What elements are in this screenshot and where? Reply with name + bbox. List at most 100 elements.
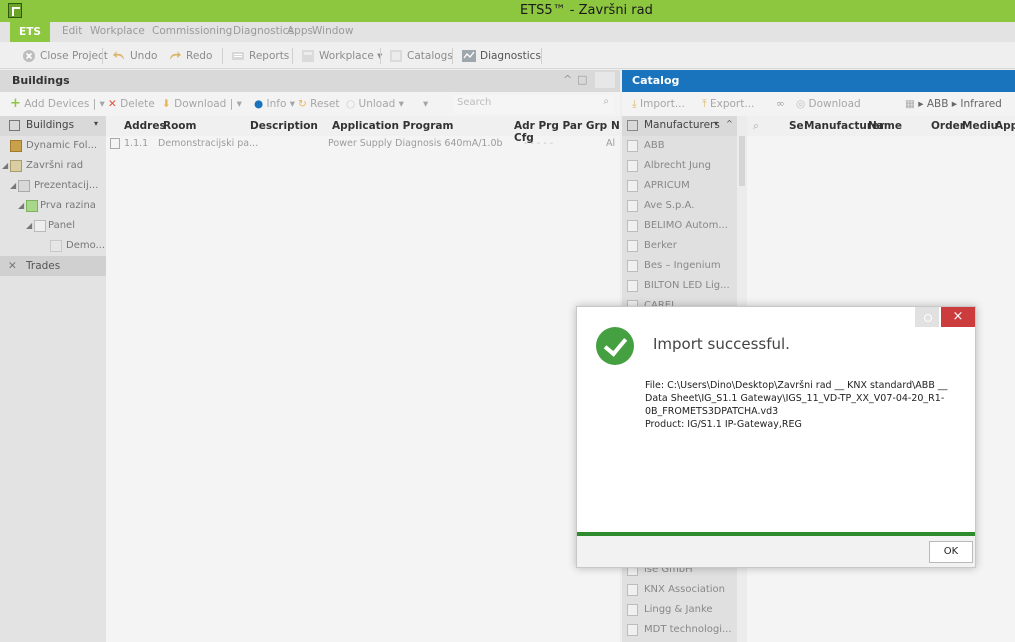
dialog-heading: Import successful.: [653, 335, 790, 353]
manufacturer-item[interactable]: ABB: [622, 136, 737, 156]
building-part-icon: [18, 180, 30, 192]
toolbar-separator: [452, 48, 453, 64]
catalog-grid-header: ⌕ Se Manufacturer Name Order Mediu Appl: [747, 116, 1015, 136]
menu-ets[interactable]: ETS: [10, 22, 50, 42]
manufacturer-icon: [627, 280, 638, 292]
delete-button[interactable]: ✕ Delete: [108, 97, 155, 111]
catalogs-button[interactable]: Catalogs: [389, 47, 453, 65]
panel-icon: [34, 220, 46, 232]
chevron-down-icon: ▾: [714, 119, 719, 128]
manufacturer-icon: [627, 140, 638, 152]
manufacturer-icon: [627, 240, 638, 252]
catalog-breadcrumb[interactable]: ▦ ▸ ABB ▸ Infrared: [905, 97, 1002, 111]
search-icon: ⌕: [603, 96, 609, 107]
buildings-tree-icon: [9, 120, 20, 131]
download-button[interactable]: ⬇ Download | ▾: [162, 97, 242, 111]
column-order[interactable]: Order: [931, 120, 965, 132]
column-description[interactable]: Description: [250, 120, 318, 132]
menu-commissioning[interactable]: Commissioning: [152, 25, 232, 37]
workplace-icon: [302, 50, 314, 62]
column-search-icon[interactable]: ⌕: [753, 120, 759, 133]
manufacturer-item[interactable]: Berker: [622, 236, 737, 256]
trades-section[interactable]: ✕ Trades: [0, 256, 106, 276]
import-button[interactable]: ⤓ Import...: [632, 97, 685, 111]
column-se[interactable]: Se: [789, 120, 804, 132]
reports-icon: [232, 52, 244, 60]
menu-apps[interactable]: Apps: [287, 25, 313, 37]
manufacturer-icon: [627, 200, 638, 212]
info-button[interactable]: ● Info ▾: [254, 97, 295, 111]
dialog-close-button[interactable]: ×: [941, 307, 975, 327]
manufacturer-item[interactable]: KNX Association: [622, 580, 737, 600]
redo-icon: [170, 51, 181, 60]
dialog-product-line: Product: IG/S1.1 IP-Gateway,REG: [645, 419, 802, 430]
unload-button[interactable]: ○ Unload ▾: [346, 97, 404, 111]
tree-node-floor[interactable]: ◢ Prva razina: [0, 196, 106, 216]
close-panel-button[interactable]: [595, 72, 615, 88]
close-project-button[interactable]: Close Project: [22, 47, 108, 65]
manufacturers-icon: [627, 120, 638, 131]
dialog-settings-button[interactable]: [915, 307, 939, 327]
floor-icon: [26, 200, 38, 212]
buildings-search-input[interactable]: Search ⌕: [453, 95, 613, 113]
caret-up-icon: ^: [726, 119, 733, 128]
maximize-panel-icon[interactable]: □: [577, 73, 587, 86]
tree-node-presentation[interactable]: ◢ Prezentacij...: [0, 176, 106, 196]
manufacturer-item[interactable]: MDT technologi...: [622, 620, 737, 640]
menu-workplace[interactable]: Workplace: [90, 25, 145, 37]
menu-window[interactable]: Window: [312, 25, 353, 37]
filter-dropdown[interactable]: ▾: [423, 97, 428, 111]
tree-node-project[interactable]: ◢ Završni rad: [0, 156, 106, 176]
menu-diagnostics[interactable]: Diagnostics: [233, 25, 294, 37]
chevron-down-icon: ▾: [94, 119, 99, 128]
table-row[interactable]: 1.1.1 Demonstracijski pa... Power Supply…: [106, 136, 620, 152]
expand-icon: ◢: [10, 181, 17, 190]
catalog-tree-icon: ▦: [905, 98, 915, 110]
device-row-icon: [110, 138, 120, 149]
scrollbar-thumb[interactable]: [739, 136, 745, 186]
reset-button[interactable]: ↻ Reset: [298, 97, 340, 111]
reports-button[interactable]: Reports: [231, 47, 289, 65]
tree-node-device[interactable]: Demo...: [0, 236, 106, 256]
column-room[interactable]: Room: [163, 120, 196, 132]
tree-header[interactable]: Buildings ▾: [0, 116, 106, 136]
manufacturer-item[interactable]: Bes – Ingenium: [622, 256, 737, 276]
tree-node-dynamic-folders[interactable]: Dynamic Fol...: [0, 136, 106, 156]
manufacturer-icon: [627, 180, 638, 192]
column-application[interactable]: Appl: [995, 120, 1015, 132]
manufacturers-header[interactable]: Manufacturers ▾ ^: [622, 116, 737, 136]
export-button[interactable]: ⤒ Export...: [702, 97, 754, 111]
manufacturer-icon: [627, 624, 638, 636]
manufacturer-item[interactable]: Albrecht Jung: [622, 156, 737, 176]
dialog-footer: OK: [577, 536, 975, 567]
catalog-download-button[interactable]: ◎ Download: [796, 97, 861, 111]
manufacturer-item[interactable]: Ave S.p.A.: [622, 196, 737, 216]
collapse-panel-icon[interactable]: ^: [563, 73, 572, 86]
menu-edit[interactable]: Edit: [62, 25, 82, 37]
tree-node-panel[interactable]: ◢ Panel: [0, 216, 106, 236]
manufacturer-item[interactable]: APRICUM: [622, 176, 737, 196]
column-medium[interactable]: Mediu: [962, 120, 998, 132]
reset-icon: ↻: [298, 98, 307, 110]
undo-button[interactable]: Undo: [112, 47, 157, 65]
catalog-panel-title: Catalog: [632, 74, 680, 87]
workplace-button[interactable]: Workplace ▾: [301, 47, 382, 65]
manufacturer-item[interactable]: BELIMO Autom...: [622, 216, 737, 236]
diagnostics-button[interactable]: Diagnostics: [462, 47, 541, 65]
download-icon: ◎: [796, 98, 806, 110]
manufacturer-item[interactable]: Lingg & Janke: [622, 600, 737, 620]
redo-button[interactable]: Redo: [168, 47, 212, 65]
close-project-icon: [23, 50, 35, 62]
expand-icon: ◢: [18, 201, 25, 210]
ok-button[interactable]: OK: [929, 541, 973, 563]
column-application-program[interactable]: Application Program: [332, 120, 453, 132]
catalog-view-icon[interactable]: ∞: [776, 97, 785, 111]
add-devices-button[interactable]: + Add Devices | ▾: [10, 97, 105, 111]
column-name[interactable]: Name: [868, 120, 902, 132]
menu-bar: ETS Edit Workplace Commissioning Diagnos…: [0, 22, 1015, 42]
success-check-icon: [596, 327, 634, 365]
manufacturer-item[interactable]: BILTON LED Lig...: [622, 276, 737, 296]
manufacturer-icon: [627, 220, 638, 232]
column-n[interactable]: N: [611, 120, 620, 132]
column-address[interactable]: Addres: [124, 120, 166, 132]
